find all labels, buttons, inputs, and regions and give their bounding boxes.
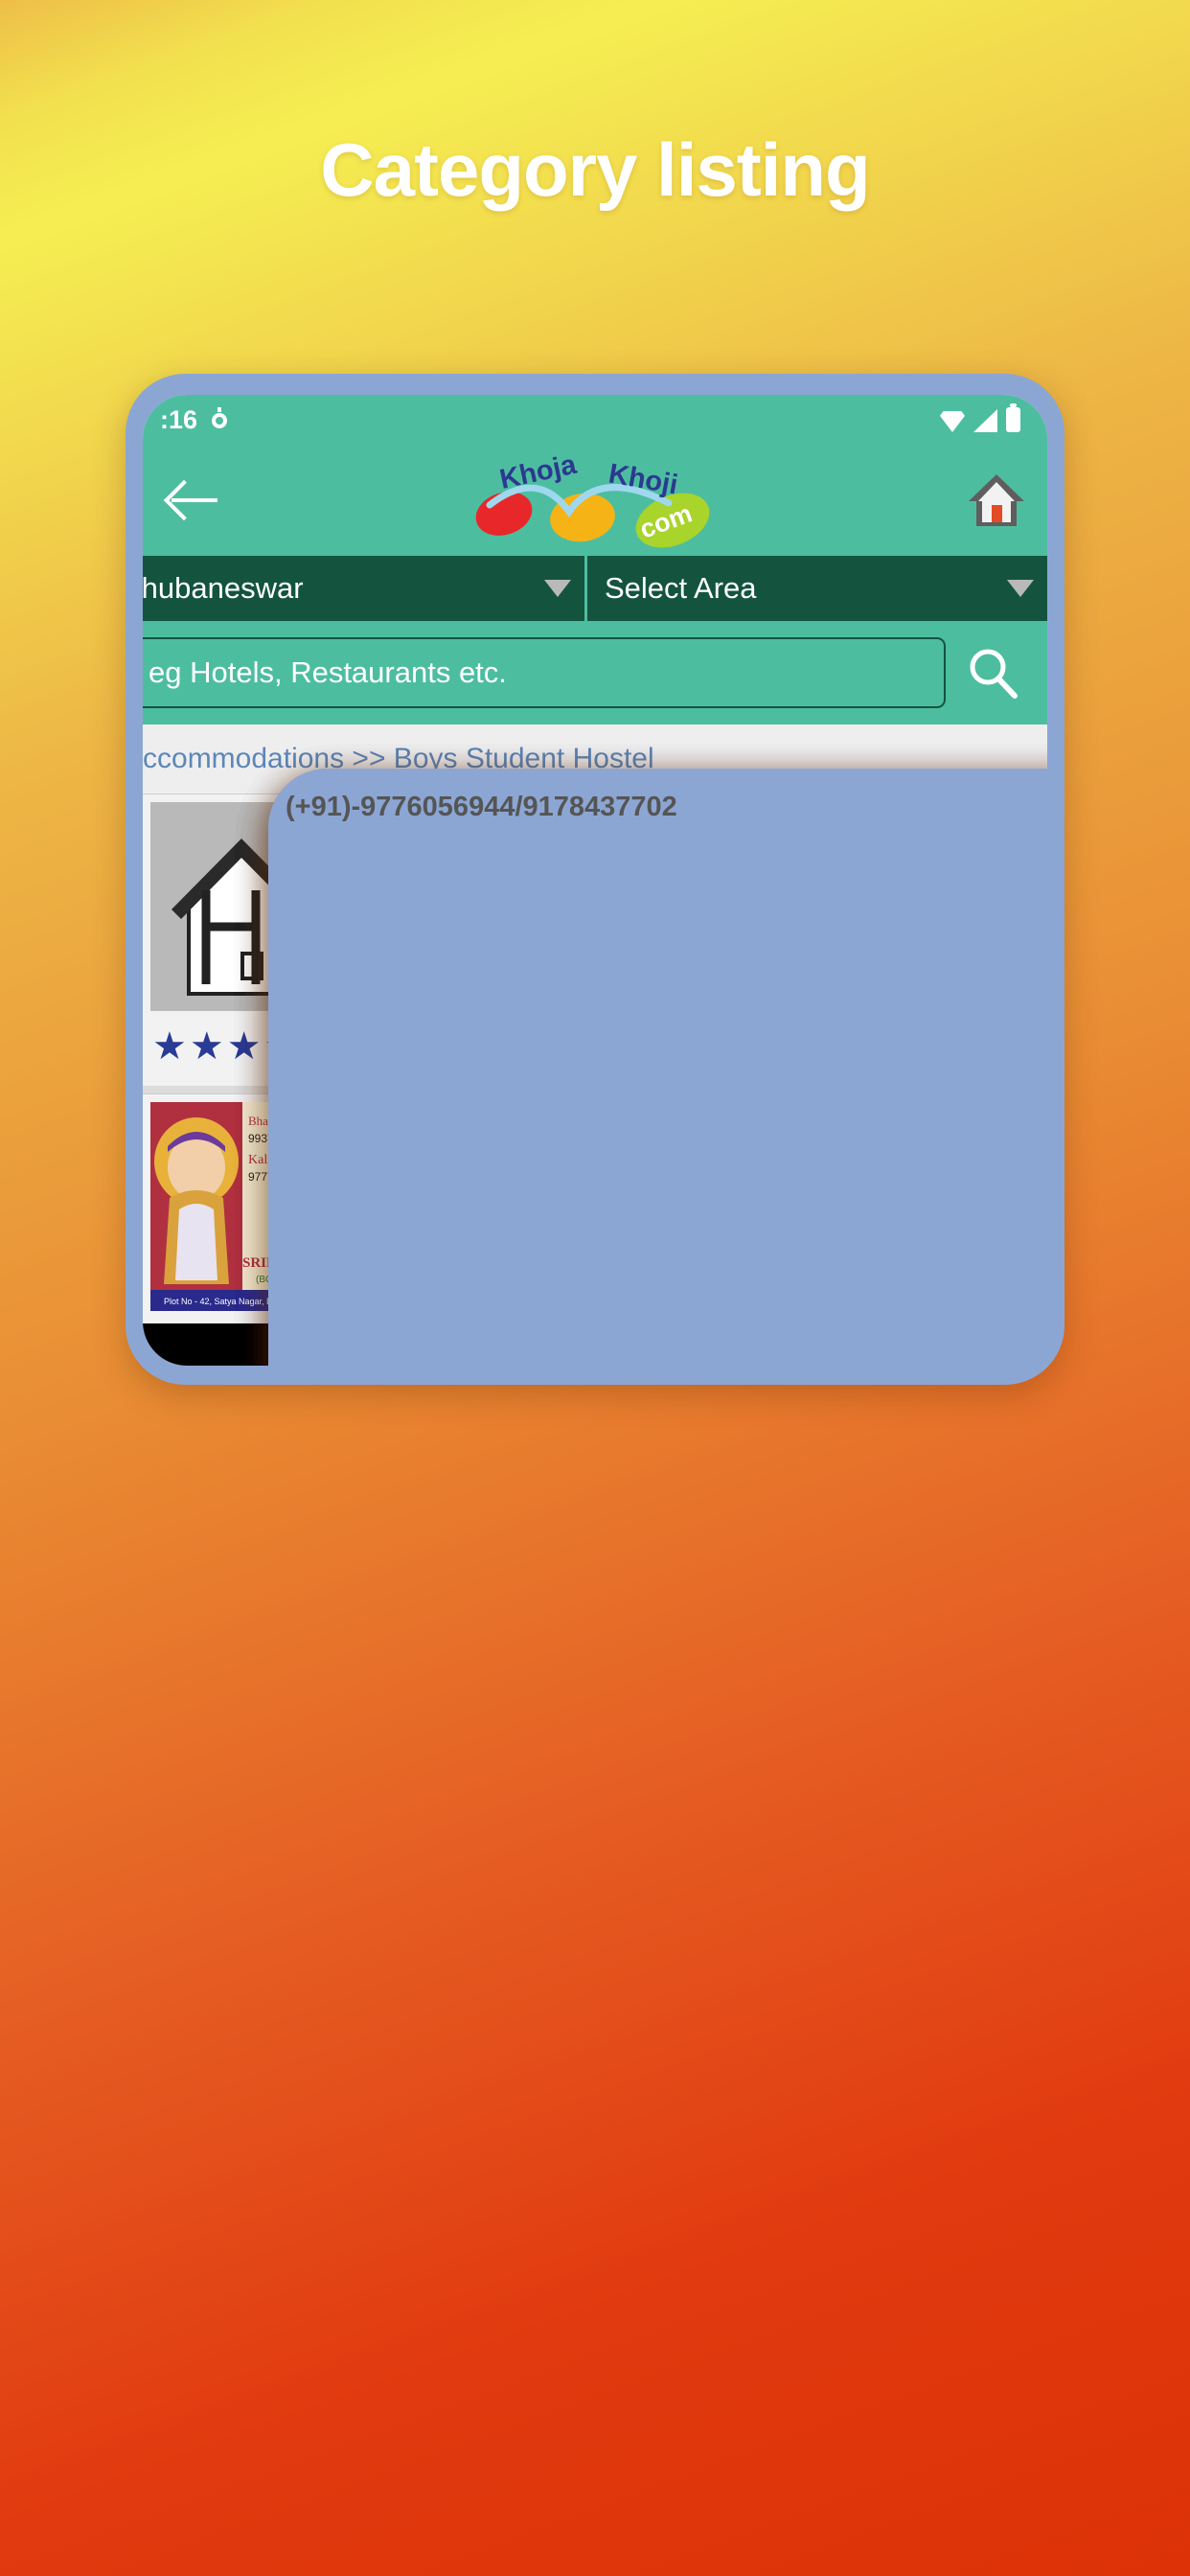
chevron-down-icon — [544, 580, 571, 597]
battery-icon — [1006, 403, 1020, 432]
status-bar-left: :16 — [160, 405, 232, 435]
listing-list[interactable]: Suravi Hostel (Since 1998....) (+91)-986… — [143, 769, 1047, 1366]
star-icon: ★ — [226, 1025, 262, 1068]
app-header: Khoja Khoji com — [143, 445, 1047, 556]
area-value: Select Area — [605, 571, 757, 605]
alarm-icon — [207, 407, 232, 432]
listing-phone[interactable]: (+91)-9776056944/9178437702 — [268, 769, 1047, 1366]
phone-screen: :16 Khoja Khoji com hubaneswar Select Ar… — [143, 395, 1047, 1366]
page-title: Category listing — [320, 127, 870, 212]
star-icon: ★ — [189, 1025, 224, 1068]
search-input[interactable] — [143, 637, 946, 708]
status-bar: :16 — [143, 395, 1047, 445]
city-value: Bhubaneswar — [143, 571, 304, 605]
status-time: :16 — [160, 404, 198, 434]
home-icon[interactable] — [967, 472, 1026, 528]
phone-frame: :16 Khoja Khoji com hubaneswar Select Ar… — [126, 374, 1064, 1385]
status-bar-right — [940, 403, 1020, 432]
svg-text:Khoji: Khoji — [606, 458, 680, 500]
area-dropdown[interactable]: Select Area — [584, 556, 1047, 621]
location-bar: Bhubaneswar Select Area — [143, 556, 1047, 621]
search-bar — [143, 621, 1047, 724]
wifi-icon — [940, 411, 965, 432]
signal-icon — [973, 409, 997, 432]
search-button[interactable] — [946, 634, 1040, 711]
chevron-down-icon — [1007, 580, 1034, 597]
app-logo: Khoja Khoji com — [446, 450, 744, 550]
city-dropdown[interactable]: Bhubaneswar — [143, 556, 584, 621]
back-button[interactable] — [168, 472, 223, 528]
star-icon: ★ — [152, 1025, 187, 1068]
